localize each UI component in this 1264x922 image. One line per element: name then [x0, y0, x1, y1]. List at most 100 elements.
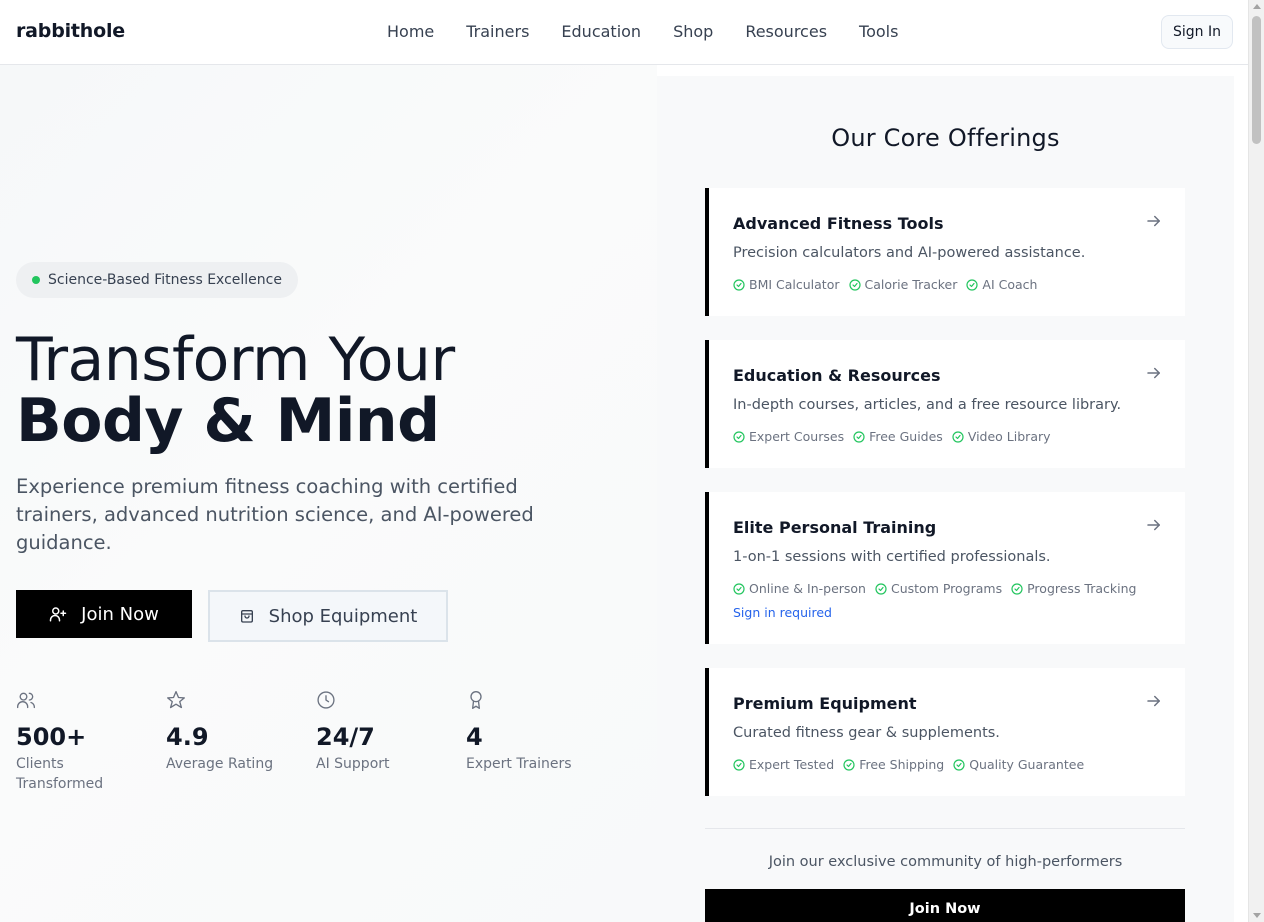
stat-value: 4.9	[166, 723, 209, 751]
nav-tools[interactable]: Tools	[859, 22, 898, 42]
tag-label: Calorie Tracker	[864, 277, 958, 292]
tag: Expert Courses	[733, 429, 844, 444]
award-icon	[470, 691, 482, 709]
nav-trainers[interactable]: Trainers	[466, 22, 529, 42]
stat-rating: 4.9 Average Rating	[166, 690, 306, 774]
card-title: Advanced Fitness Tools	[733, 214, 944, 233]
community-text: Join our exclusive community of high-per…	[768, 854, 1123, 870]
shopping-bag-icon	[240, 610, 253, 623]
check-circle-icon	[733, 582, 745, 595]
tag: AI Coach	[966, 277, 1037, 292]
arrow-right-icon[interactable]	[1145, 364, 1163, 382]
card-description: Precision calculators and AI-powered ass…	[733, 245, 1086, 261]
tag: Online & In-person	[733, 581, 866, 596]
check-circle-icon	[875, 582, 887, 595]
stat-label: Clients Transformed	[16, 756, 104, 792]
status-dot-icon	[32, 276, 40, 284]
tag: Calorie Tracker	[848, 277, 958, 292]
stat-value: 24/7	[316, 723, 375, 751]
stat-value: 4	[466, 723, 483, 751]
nav-resources[interactable]: Resources	[745, 22, 827, 42]
check-circle-icon	[966, 278, 978, 291]
nav-education[interactable]: Education	[561, 22, 641, 42]
card-tags: Expert Courses Free Guides Video Library	[733, 429, 1060, 444]
tag-label: Custom Programs	[890, 581, 1003, 596]
core-offerings-panel: Our Core Offerings Advanced Fitness Tool…	[657, 76, 1234, 922]
offerings-title: Our Core Offerings	[831, 124, 1060, 152]
site-header: rabbithole Home Trainers Education Shop …	[0, 0, 1248, 65]
science-badge: Science-Based Fitness Excellence	[16, 262, 298, 298]
offering-card-fitness-tools[interactable]: Advanced Fitness Tools Precision calcula…	[705, 188, 1185, 316]
shop-equipment-label: Shop Equipment	[268, 605, 418, 627]
check-circle-icon	[843, 758, 855, 771]
check-circle-icon	[1011, 582, 1023, 595]
join-now-button-secondary[interactable]: Join Now	[705, 889, 1185, 922]
card-tags: Online & In-person Custom Programs Progr…	[733, 581, 1145, 596]
check-circle-icon	[952, 430, 964, 443]
star-icon	[167, 691, 185, 709]
scrollbar-thumb[interactable]	[1252, 16, 1261, 144]
offering-card-education[interactable]: Education & Resources In-depth courses, …	[705, 340, 1185, 468]
tag-label: Online & In-person	[749, 581, 866, 596]
users-icon	[17, 692, 35, 709]
hero-description: Experience premium fitness coaching with…	[16, 475, 534, 554]
shop-equipment-button[interactable]: Shop Equipment	[208, 590, 448, 642]
card-description: 1-on-1 sessions with certified professio…	[733, 549, 1051, 565]
tag-label: Free Shipping	[859, 757, 945, 772]
arrow-right-icon[interactable]	[1145, 516, 1163, 534]
hero-title-line1: Transform Your	[16, 325, 455, 395]
user-plus-icon	[49, 607, 67, 622]
tag: Expert Tested	[733, 757, 834, 772]
arrow-right-icon[interactable]	[1145, 692, 1163, 710]
check-circle-icon	[848, 278, 861, 291]
card-title: Elite Personal Training	[733, 518, 937, 537]
card-tags: BMI Calculator Calorie Tracker AI Coach	[733, 277, 1046, 292]
hero-section: Science-Based Fitness Excellence Transfo…	[0, 65, 657, 922]
tag-label: BMI Calculator	[749, 277, 840, 292]
clock-icon	[317, 691, 335, 709]
nav-shop[interactable]: Shop	[673, 22, 713, 42]
tag: BMI Calculator	[733, 277, 840, 292]
sign-in-button[interactable]: Sign In	[1161, 15, 1233, 49]
tag: Custom Programs	[875, 581, 1002, 596]
stat-clients: 500+ Clients Transformed	[16, 690, 156, 794]
tag: Video Library	[952, 429, 1051, 444]
tag-label: Progress Tracking	[1027, 581, 1137, 596]
tag: Quality Guarantee	[953, 757, 1084, 772]
offering-card-personal-training[interactable]: Elite Personal Training 1-on-1 sessions …	[705, 492, 1185, 644]
stat-label: Expert Trainers	[466, 756, 572, 772]
main-nav: Home Trainers Education Shop Resources T…	[387, 22, 930, 42]
stat-value: 500+	[16, 723, 87, 751]
card-description: In-depth courses, articles, and a free r…	[733, 397, 1122, 413]
sign-in-required-link[interactable]: Sign in required	[733, 605, 832, 620]
page-scrollbar[interactable]	[1248, 0, 1264, 922]
card-title: Premium Equipment	[733, 694, 917, 713]
check-circle-icon	[733, 758, 745, 771]
brand-logo[interactable]: rabbithole	[16, 20, 125, 42]
divider	[705, 828, 1185, 829]
tag-label: Free Guides	[869, 429, 943, 444]
hero-title-line2: Body & Mind	[16, 386, 440, 456]
check-circle-icon	[733, 430, 745, 443]
badge-label: Science-Based Fitness Excellence	[48, 272, 282, 288]
tag: Free Guides	[853, 429, 943, 444]
join-now-label: Join Now	[81, 603, 159, 625]
stat-label: Average Rating	[166, 756, 274, 772]
tag-label: AI Coach	[982, 277, 1038, 292]
check-circle-icon	[733, 278, 745, 291]
tag: Free Shipping	[843, 757, 944, 772]
stat-label: AI Support	[316, 756, 390, 772]
check-circle-icon	[853, 430, 865, 443]
stat-support: 24/7 AI Support	[316, 690, 456, 774]
tag-label: Expert Tested	[749, 757, 835, 772]
tag: Progress Tracking	[1011, 581, 1136, 596]
scroll-up-arrow-icon[interactable]	[1253, 4, 1261, 9]
offering-card-equipment[interactable]: Premium Equipment Curated fitness gear &…	[705, 668, 1185, 796]
card-title: Education & Resources	[733, 366, 941, 385]
nav-home[interactable]: Home	[387, 22, 434, 42]
tag-label: Quality Guarantee	[969, 757, 1085, 772]
scroll-down-arrow-icon[interactable]	[1253, 913, 1261, 918]
arrow-right-icon[interactable]	[1145, 212, 1163, 230]
join-now-button[interactable]: Join Now	[16, 590, 192, 638]
card-tags: Expert Tested Free Shipping Quality Guar…	[733, 757, 1093, 772]
